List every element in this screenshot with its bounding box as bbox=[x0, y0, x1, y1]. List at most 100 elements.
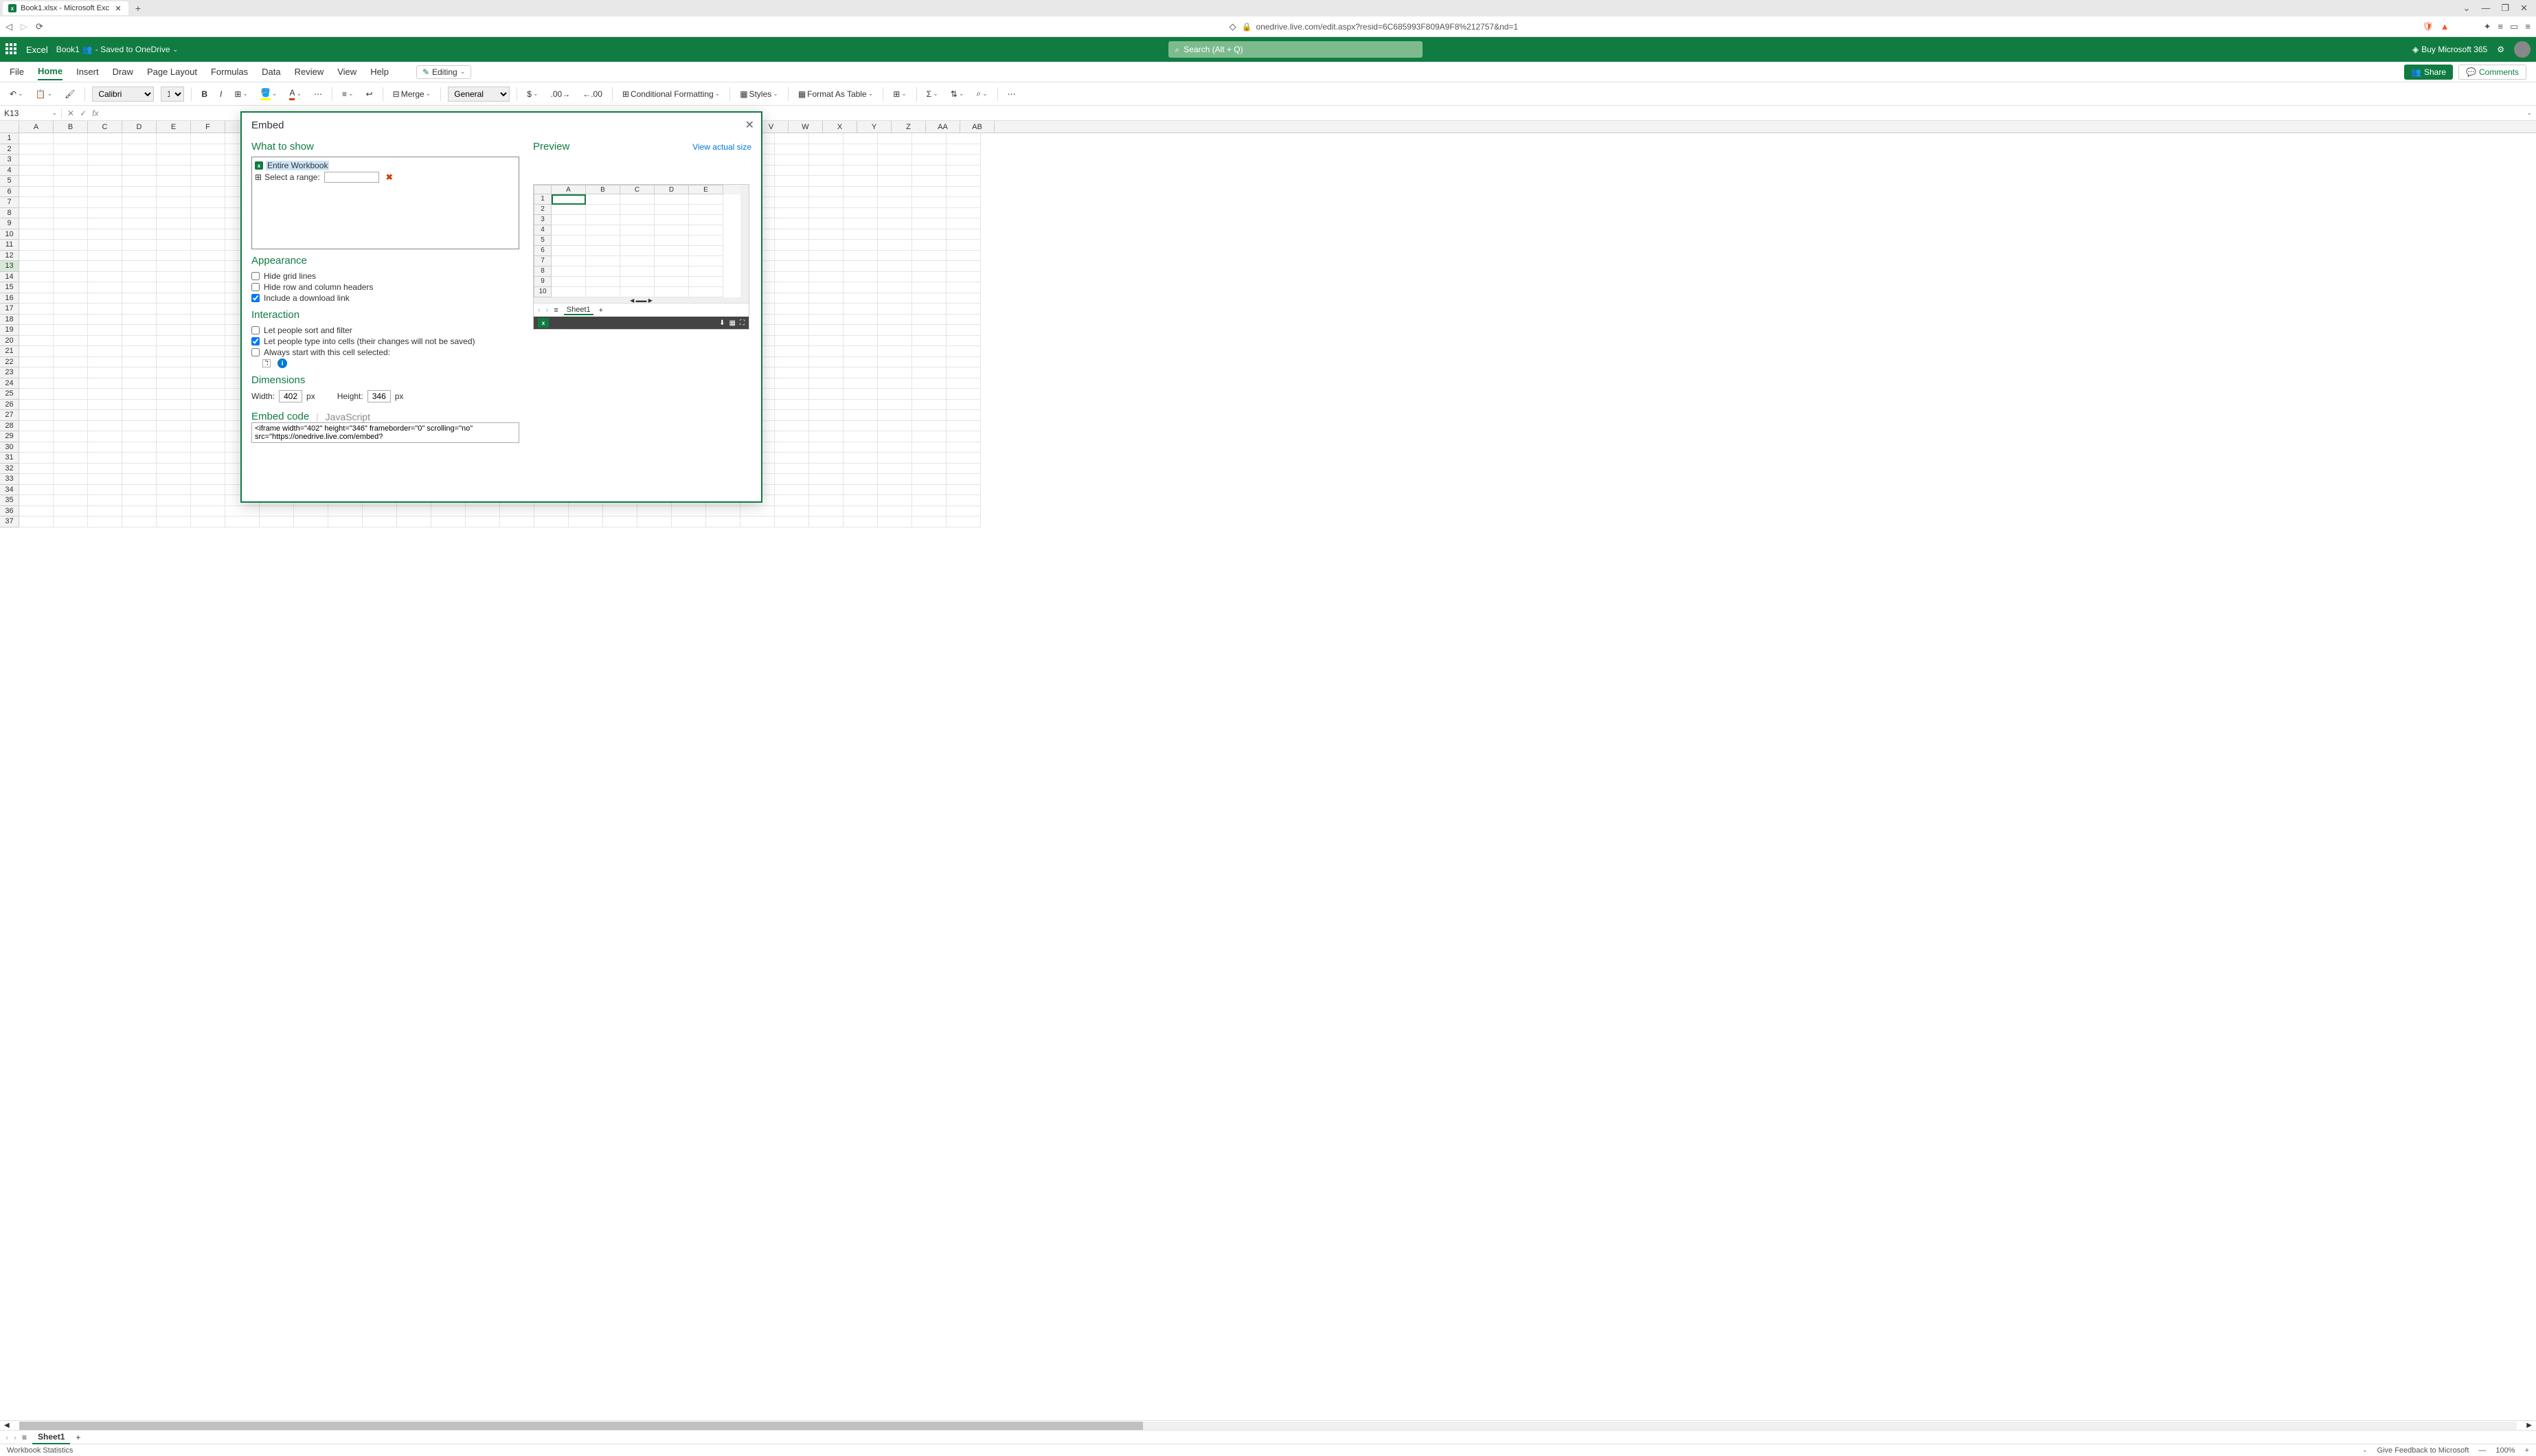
clear-range-icon[interactable]: ✖ bbox=[386, 172, 393, 182]
minimize-icon[interactable]: — bbox=[2481, 3, 2490, 14]
cell[interactable] bbox=[878, 261, 912, 272]
cell[interactable] bbox=[191, 155, 225, 166]
cell[interactable] bbox=[912, 506, 947, 517]
cell[interactable] bbox=[912, 218, 947, 229]
cell[interactable] bbox=[191, 367, 225, 378]
cell[interactable] bbox=[912, 208, 947, 219]
cell[interactable] bbox=[88, 293, 122, 304]
row-header[interactable]: 25 bbox=[0, 389, 19, 400]
cell[interactable] bbox=[191, 464, 225, 475]
row-header[interactable]: 24 bbox=[0, 378, 19, 389]
cell[interactable] bbox=[912, 431, 947, 442]
cell[interactable] bbox=[19, 485, 54, 496]
cell[interactable] bbox=[775, 336, 809, 347]
cell[interactable] bbox=[88, 431, 122, 442]
cell[interactable] bbox=[88, 208, 122, 219]
cell[interactable] bbox=[844, 155, 878, 166]
cell[interactable] bbox=[947, 187, 981, 198]
cell[interactable] bbox=[122, 325, 157, 336]
hide-headers-checkbox[interactable]: Hide row and column headers bbox=[251, 282, 519, 293]
cell[interactable] bbox=[157, 197, 191, 208]
cell[interactable] bbox=[19, 464, 54, 475]
cell[interactable] bbox=[809, 166, 844, 177]
cell[interactable] bbox=[809, 378, 844, 389]
cell[interactable] bbox=[157, 133, 191, 144]
cell[interactable] bbox=[54, 144, 88, 155]
cell[interactable] bbox=[878, 155, 912, 166]
cell[interactable] bbox=[947, 229, 981, 240]
cell[interactable] bbox=[157, 336, 191, 347]
cell[interactable] bbox=[122, 197, 157, 208]
cell[interactable] bbox=[54, 282, 88, 293]
cell[interactable] bbox=[54, 166, 88, 177]
currency-button[interactable]: $⌄ bbox=[524, 88, 541, 100]
cell[interactable] bbox=[157, 410, 191, 421]
cell[interactable] bbox=[912, 293, 947, 304]
pv-cell[interactable] bbox=[552, 215, 586, 225]
cell[interactable] bbox=[912, 304, 947, 315]
cell[interactable] bbox=[500, 506, 534, 517]
cell[interactable] bbox=[54, 367, 88, 378]
row-header[interactable]: 21 bbox=[0, 346, 19, 357]
cell[interactable] bbox=[191, 378, 225, 389]
cell[interactable] bbox=[363, 516, 397, 527]
cell[interactable] bbox=[844, 346, 878, 357]
cell[interactable] bbox=[157, 293, 191, 304]
pv-cell[interactable] bbox=[552, 266, 586, 277]
tab-help[interactable]: Help bbox=[370, 64, 389, 80]
pv-prev-icon[interactable]: ‹ bbox=[538, 306, 541, 315]
cell[interactable] bbox=[122, 495, 157, 506]
cell[interactable] bbox=[191, 208, 225, 219]
tab-page-layout[interactable]: Page Layout bbox=[147, 64, 197, 80]
cell[interactable] bbox=[122, 421, 157, 432]
cell[interactable] bbox=[19, 325, 54, 336]
col-header[interactable]: B bbox=[54, 121, 88, 133]
cell[interactable] bbox=[878, 357, 912, 368]
cell[interactable] bbox=[122, 155, 157, 166]
width-input[interactable] bbox=[279, 390, 302, 402]
cell[interactable] bbox=[88, 516, 122, 527]
cell[interactable] bbox=[878, 367, 912, 378]
pv-cell[interactable] bbox=[586, 256, 620, 266]
cell[interactable] bbox=[19, 282, 54, 293]
cell[interactable] bbox=[88, 197, 122, 208]
cell[interactable] bbox=[947, 315, 981, 326]
cell[interactable] bbox=[775, 410, 809, 421]
cell[interactable] bbox=[191, 197, 225, 208]
pv-download-icon[interactable]: ⬇ bbox=[719, 319, 725, 327]
cell[interactable] bbox=[844, 240, 878, 251]
row-header[interactable]: 11 bbox=[0, 240, 19, 251]
cell[interactable] bbox=[534, 516, 569, 527]
borders-button[interactable]: ⊞⌄ bbox=[231, 88, 251, 100]
row-header[interactable]: 29 bbox=[0, 431, 19, 442]
pv-cell[interactable] bbox=[620, 225, 655, 236]
cell[interactable] bbox=[809, 464, 844, 475]
cell[interactable] bbox=[19, 431, 54, 442]
cell[interactable] bbox=[844, 495, 878, 506]
cell[interactable] bbox=[122, 453, 157, 464]
cell[interactable] bbox=[88, 325, 122, 336]
cell[interactable] bbox=[122, 516, 157, 527]
row-header[interactable]: 20 bbox=[0, 336, 19, 347]
cell[interactable] bbox=[912, 453, 947, 464]
javascript-tab[interactable]: JavaScript bbox=[326, 411, 370, 422]
cell[interactable] bbox=[947, 442, 981, 453]
col-header[interactable]: W bbox=[789, 121, 823, 133]
cell[interactable] bbox=[157, 315, 191, 326]
cell[interactable] bbox=[809, 304, 844, 315]
cell[interactable] bbox=[54, 485, 88, 496]
cell[interactable] bbox=[878, 166, 912, 177]
cell[interactable] bbox=[637, 516, 672, 527]
cell[interactable] bbox=[809, 325, 844, 336]
cell[interactable] bbox=[88, 144, 122, 155]
cell[interactable] bbox=[740, 506, 775, 517]
cell[interactable] bbox=[88, 485, 122, 496]
new-tab-button[interactable]: + bbox=[131, 3, 145, 14]
cell[interactable] bbox=[775, 315, 809, 326]
tab-file[interactable]: File bbox=[10, 64, 24, 80]
cell[interactable] bbox=[947, 282, 981, 293]
cell[interactable] bbox=[844, 144, 878, 155]
cell[interactable] bbox=[191, 400, 225, 411]
pv-cell[interactable] bbox=[620, 205, 655, 215]
cell[interactable] bbox=[775, 176, 809, 187]
